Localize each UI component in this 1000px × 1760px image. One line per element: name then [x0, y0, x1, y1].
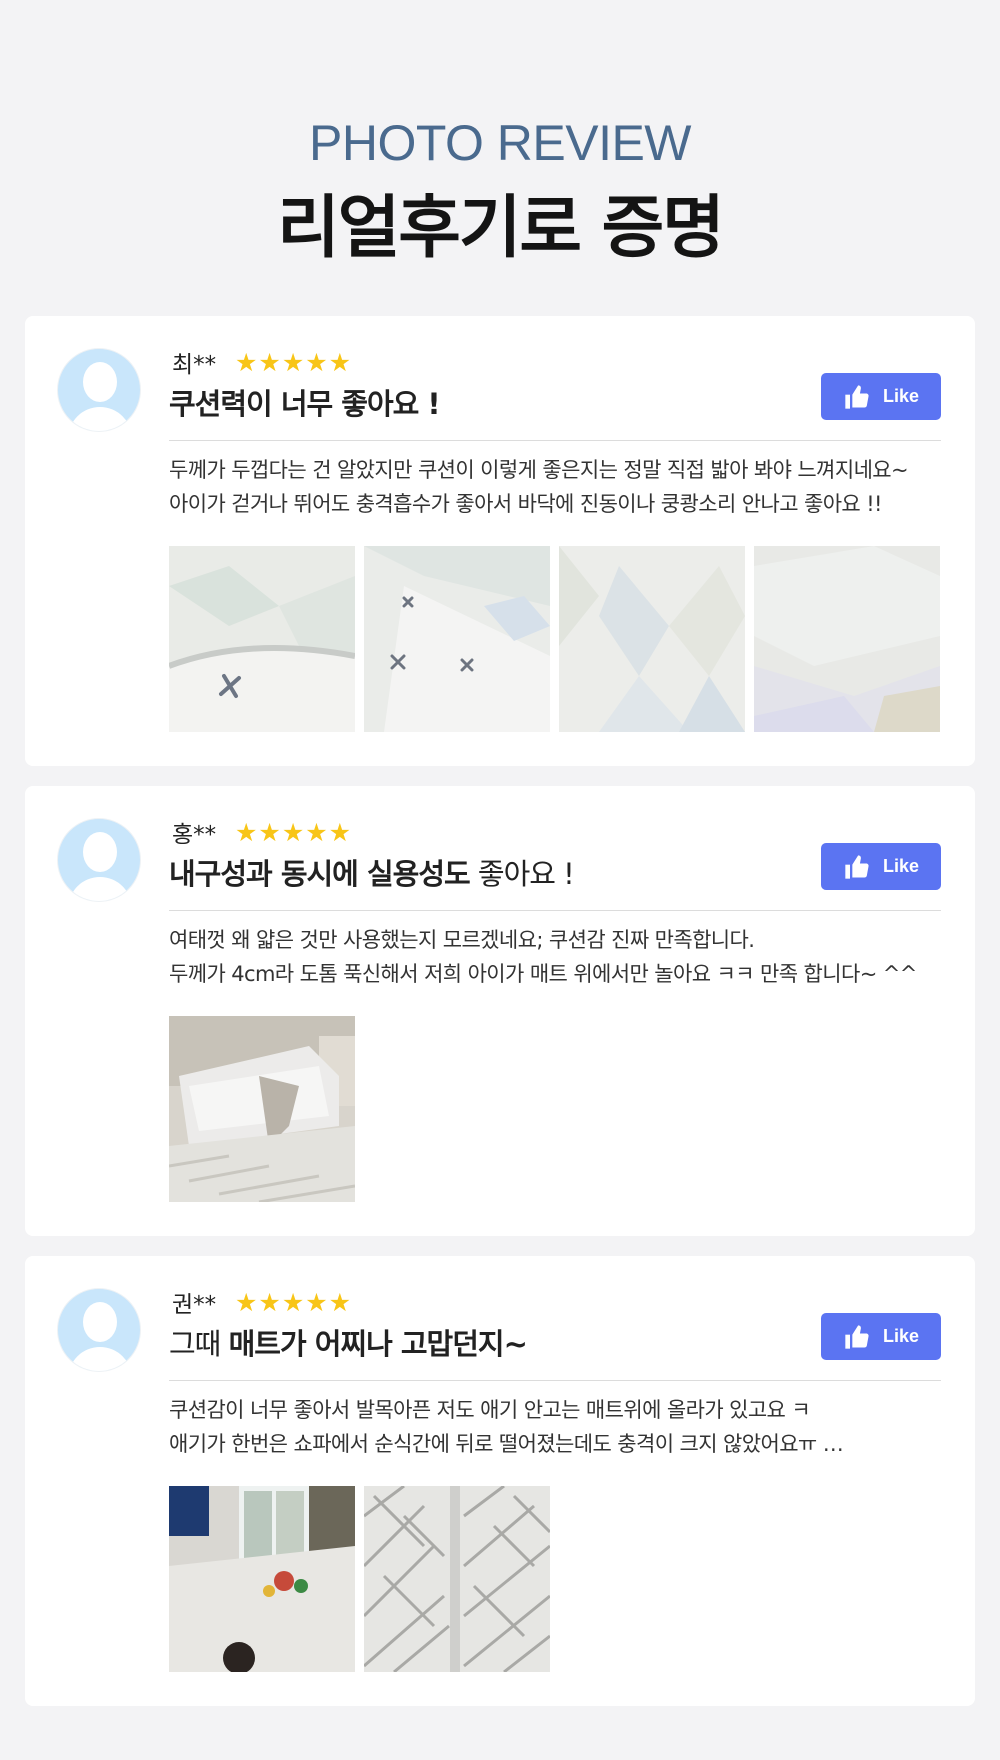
- like-label: Like: [882, 856, 920, 876]
- star-rating: ★★★★★: [235, 818, 353, 847]
- divider: [169, 1380, 941, 1381]
- review-body: 두께가 두껍다는 건 알았지만 쿠션이 이렇게 좋은지는 정말 직접 밟아 봐야…: [169, 453, 959, 521]
- review-photo[interactable]: [364, 1486, 550, 1672]
- like-button[interactable]: Like: [821, 843, 941, 890]
- reviewer-name: 권**: [172, 1292, 217, 1318]
- like-button[interactable]: Like: [821, 1313, 941, 1360]
- star-rating: ★★★★★: [235, 1288, 353, 1317]
- review-line: 애기가 한번은 쇼파에서 순식간에 뒤로 떨어졌는데도 충격이 크지 않았어요ㅠ…: [169, 1432, 844, 1456]
- review-photo[interactable]: [559, 546, 745, 732]
- like-label: Like: [882, 1326, 920, 1346]
- star-rating: ★★★★★: [235, 348, 353, 377]
- review-line: 두께가 4cm라 도톰 푹신해서 저희 아이가 매트 위에서만 놀아요 ㅋㅋ 만…: [169, 962, 917, 986]
- avatar: [57, 348, 141, 432]
- review-body: 여태껏 왜 얇은 것만 사용했는지 모르겠네요; 쿠션감 진짜 만족합니다. 두…: [169, 923, 959, 991]
- review-title: 쿠션력이 너무 좋아요 !: [169, 384, 441, 424]
- review-photo[interactable]: [364, 546, 550, 732]
- section-eyebrow: PHOTO REVIEW: [308, 115, 692, 171]
- review-title-prefix: 그때: [169, 1327, 229, 1361]
- avatar: [57, 818, 141, 902]
- review-body: 쿠션감이 너무 좋아서 발목아픈 저도 애기 안고는 매트위에 올라가 있고요 …: [169, 1393, 959, 1461]
- review-photo[interactable]: [754, 546, 940, 732]
- review-card: 권** ★★★★★ 그때 매트가 어찌나 고맙던지~ Like 쿠션감이 너무 …: [25, 1256, 975, 1706]
- review-line: 아이가 걷거나 뛰어도 충격흡수가 좋아서 바닥에 진동이나 쿵쾅소리 안나고 …: [169, 492, 882, 516]
- review-card: 홍** ★★★★★ 내구성과 동시에 실용성도 좋아요 ! Like 여태껏 왜…: [25, 786, 975, 1236]
- thumbs-up-icon: [843, 1323, 871, 1351]
- review-line: 두께가 두껍다는 건 알았지만 쿠션이 이렇게 좋은지는 정말 직접 밟아 봐야…: [169, 458, 909, 482]
- reviewer-name: 홍**: [172, 822, 217, 848]
- review-photo[interactable]: [169, 1486, 355, 1672]
- section-header: PHOTO REVIEW 리얼후기로 증명: [0, 112, 1000, 272]
- review-title-bold: 매트가 어찌나 고맙던지~: [228, 1327, 528, 1361]
- section-headline: 리얼후기로 증명: [277, 189, 725, 268]
- review-title-rest: 좋아요 !: [469, 857, 575, 891]
- thumbs-up-icon: [843, 383, 871, 411]
- like-button[interactable]: Like: [821, 373, 941, 420]
- review-photo[interactable]: [169, 546, 355, 732]
- reviewer-name: 최**: [172, 352, 217, 378]
- divider: [169, 440, 941, 441]
- review-line: 쿠션감이 너무 좋아서 발목아픈 저도 애기 안고는 매트위에 올라가 있고요 …: [169, 1398, 811, 1422]
- review-photo[interactable]: [169, 1016, 355, 1202]
- review-line: 여태껏 왜 얇은 것만 사용했는지 모르겠네요; 쿠션감 진짜 만족합니다.: [169, 928, 755, 952]
- divider: [169, 910, 941, 911]
- avatar: [57, 1288, 141, 1372]
- review-title-bold: 내구성과 동시에 실용성도: [169, 857, 471, 891]
- thumbs-up-icon: [843, 853, 871, 881]
- review-title: 내구성과 동시에 실용성도 좋아요 !: [169, 854, 575, 894]
- review-card: 최** ★★★★★ 쿠션력이 너무 좋아요 ! Like 두께가 두껍다는 건 …: [25, 316, 975, 766]
- review-title-bold: 쿠션력이 너무 좋아요 !: [169, 387, 441, 421]
- like-label: Like: [882, 386, 920, 406]
- review-title: 그때 매트가 어찌나 고맙던지~: [169, 1324, 528, 1364]
